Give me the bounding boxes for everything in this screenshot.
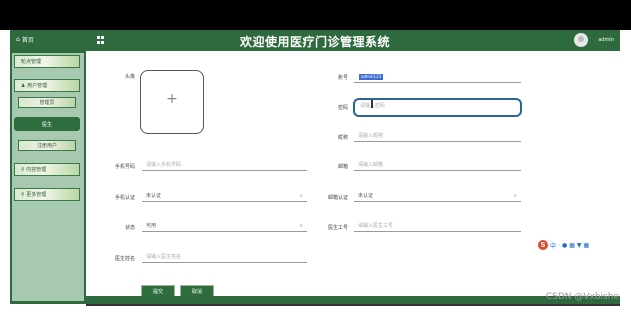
email-input[interactable]: 请输入邮箱 (354, 160, 521, 171)
status-label: 状态 (124, 225, 135, 231)
sidebar-item-content[interactable]: ⚲ 内容管理 (14, 163, 80, 176)
doctor-no-label: 医生工号 (327, 225, 348, 231)
sidebar-item-label: 注册用户 (36, 143, 57, 149)
ime-toolbar[interactable]: S 中 · ● ▦ ▼ ▦ (538, 240, 589, 250)
nickname-input[interactable]: 请输入昵称 (354, 131, 521, 142)
sogou-icon: S (538, 240, 548, 250)
sidebar-item-label: 更多管理 (26, 192, 47, 198)
sidebar: 轮点管理 ♟ 用户管理 管理员 医生 注册用户 ⚲ 内容管理 ⚲ 更多管理 (10, 51, 86, 304)
text-cursor (371, 100, 373, 108)
doctor-name-input[interactable]: 请输入医生姓名 (142, 252, 307, 263)
avatar[interactable] (574, 33, 588, 47)
sidebar-item-label: 轮点管理 (21, 59, 42, 65)
avatar-label: 头像 (124, 74, 135, 80)
sidebar-item-label: 医生 (41, 121, 52, 128)
email-verify-select[interactable]: 未认证 (354, 191, 521, 202)
keyboard-icon: ▦ (569, 241, 575, 249)
sidebar-subitem-doctor[interactable]: 医生 (14, 117, 80, 131)
phone-label: 手机号码 (114, 164, 135, 170)
email-label: 邮箱 (337, 164, 348, 170)
avatar-upload[interactable]: + (140, 70, 204, 134)
status-select[interactable]: 可用 (142, 221, 307, 232)
username[interactable]: admin (598, 37, 614, 43)
nickname-label: 昵称 (337, 135, 348, 141)
account-label: 账号 (337, 75, 348, 81)
account-value: admin123 (359, 74, 384, 80)
sidebar-item-label: 用户管理 (27, 83, 48, 89)
phone-verify-label: 手机认证 (114, 195, 135, 201)
grid-icon: ▦ (583, 241, 590, 249)
bottom-border (86, 304, 620, 306)
password-label: 密码 (337, 105, 348, 111)
sidebar-item-label: 内容管理 (26, 167, 47, 173)
mic-icon: ● (561, 241, 568, 249)
sidebar-item-more[interactable]: ⚲ 更多管理 (14, 188, 80, 201)
watermark: CSDN @Vxbishe (545, 292, 619, 302)
sidebar-subitem-registered-users[interactable]: 注册用户 (18, 140, 76, 151)
sidebar-item-label: 管理员 (39, 100, 55, 106)
doctor-no-input[interactable]: 请输入医生工号 (354, 221, 521, 232)
sidebar-subitem-admin[interactable]: 管理员 (18, 97, 76, 108)
plus-icon: + (166, 91, 178, 107)
bottom-bar (86, 296, 620, 304)
phone-input[interactable]: 请输入手机号码 (142, 160, 307, 171)
doctor-name-label: 医生姓名 (114, 256, 135, 262)
skin-icon: ▼ (576, 241, 582, 249)
sidebar-item-carousel[interactable]: 轮点管理 (14, 55, 80, 68)
email-verify-label: 邮箱认证 (327, 195, 348, 201)
sidebar-item-users[interactable]: ♟ 用户管理 (14, 79, 80, 92)
header-bar: ⌂ 首页 欢迎使用医疗门诊管理系统 admin (10, 30, 620, 51)
ime-mode: 中 (550, 242, 557, 250)
page-title: 欢迎使用医疗门诊管理系统 (239, 35, 390, 49)
password-placeholder: 请输入密码 (356, 101, 506, 112)
top-black-bar (0, 0, 631, 30)
phone-verify-select[interactable]: 未认证 (142, 191, 307, 202)
punctuation-icon: · (558, 241, 560, 249)
